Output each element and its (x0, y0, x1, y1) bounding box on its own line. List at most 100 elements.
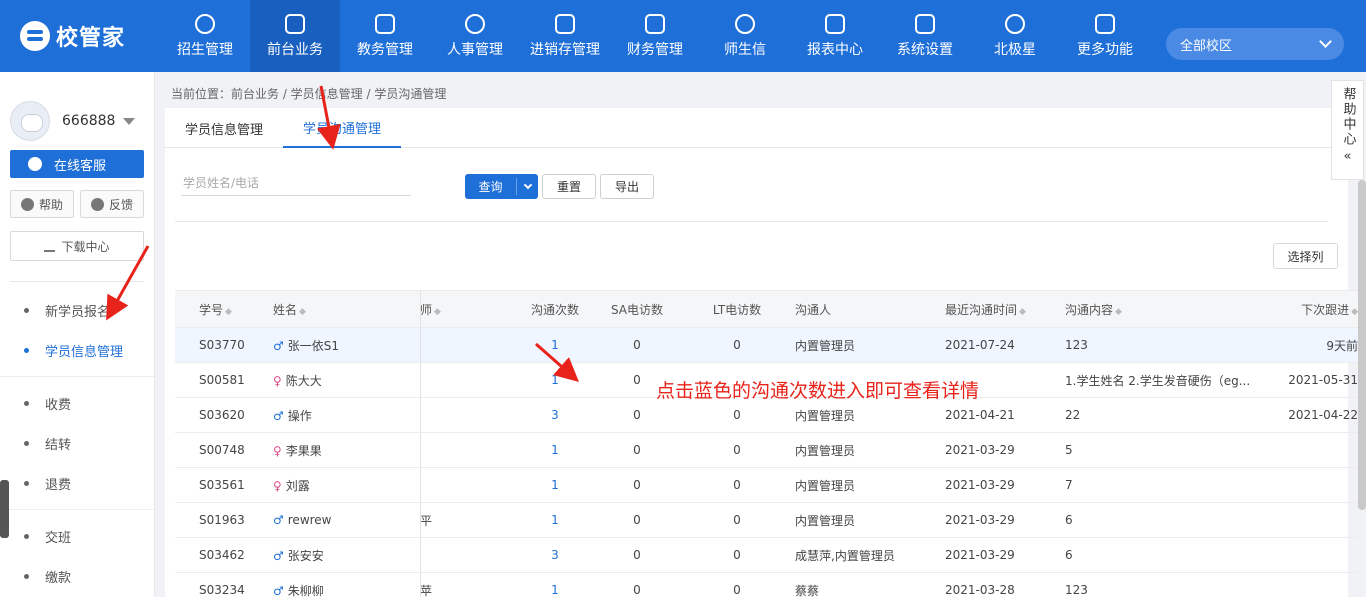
sidebar-item-2[interactable]: 收费 (0, 383, 154, 423)
cell-no: S03770 (199, 338, 245, 352)
header-time[interactable]: 最近沟通时间 ◆ (945, 301, 1026, 318)
header-teacher[interactable]: 师 ◆ (420, 301, 441, 318)
header-who: 沟通人 (795, 302, 832, 317)
table-row[interactable]: S00748 ♀ 李果果 1 0 0 内置管理员 2021-03-29 5 (175, 433, 1358, 468)
sidebar-item-0[interactable]: 新学员报名 (0, 290, 154, 330)
query-dropdown[interactable] (517, 180, 538, 190)
nav-label: 教务管理 (357, 41, 413, 58)
query-button[interactable]: 查询 (465, 174, 538, 199)
student-name: 张一依S1 (287, 338, 340, 353)
sidebar-item-5[interactable]: 交班 (0, 516, 154, 556)
communication-count-link[interactable]: 1 (551, 583, 559, 597)
cell-sa: 0 (633, 478, 641, 492)
nav-label: 师生信 (724, 41, 766, 58)
vertical-scrollbar[interactable] (1358, 180, 1366, 510)
nav-item-4[interactable]: 进销存管理 (520, 0, 610, 72)
nav-item-3[interactable]: 人事管理 (430, 0, 520, 72)
cell-name: ♂ 操作 (273, 407, 312, 424)
nav-item-6[interactable]: 师生信 (700, 0, 790, 72)
communication-count-link[interactable]: 1 (551, 513, 559, 527)
header-content[interactable]: 沟通内容 ◆ (1065, 301, 1255, 318)
table-row[interactable]: S03770 ♂ 张一依S1 1 0 0 内置管理员 2021-07-24 123 9天前 (175, 328, 1358, 363)
frozen-column-divider (420, 433, 421, 467)
side-handle[interactable] (0, 480, 9, 538)
download-icon (44, 241, 56, 252)
online-service-button[interactable]: 在线客服 (10, 150, 144, 178)
cell-time: 2021-07-24 (945, 338, 1015, 352)
reset-button[interactable]: 重置 (542, 174, 596, 199)
nav-item-10[interactable]: 更多功能 (1060, 0, 1150, 72)
nav-item-5[interactable]: 财务管理 (610, 0, 700, 72)
nav-label: 前台业务 (267, 41, 323, 58)
table-row[interactable]: S03462 ♂ 张安安 3 0 0 成慧萍,内置管理员 2021-03-29 6 (175, 538, 1358, 573)
nav-item-9[interactable]: 北极星 (970, 0, 1060, 72)
table-row[interactable]: S03561 ♀ 刘露 1 0 0 内置管理员 2021-03-29 7 (175, 468, 1358, 503)
feedback-label: 反馈 (108, 197, 133, 212)
communication-count-link[interactable]: 3 (551, 408, 559, 422)
cell-sa: 0 (633, 338, 641, 352)
header-no[interactable]: 学号 ◆ (199, 301, 232, 318)
communication-count-link[interactable]: 1 (551, 373, 559, 387)
nav-item-8[interactable]: 系统设置 (880, 0, 970, 72)
sidebar-item-6[interactable]: 缴款 (0, 556, 154, 596)
table-row[interactable]: S03620 ♂ 操作 3 0 0 内置管理员 2021-04-21 22 2021-04-22 (175, 398, 1358, 433)
nav-item-1[interactable]: 前台业务 (250, 0, 340, 72)
cell-content: 7 (1065, 478, 1073, 492)
nav-label: 系统设置 (897, 41, 953, 58)
cell-name: ♀ 陈大大 (273, 372, 322, 389)
menu-separator (0, 509, 154, 510)
sidebar-item-1[interactable]: 学员信息管理 (0, 330, 154, 370)
help-center-panel[interactable]: 帮助中心 « (1331, 80, 1364, 180)
header-next[interactable]: 下次跟进 ◆ (1258, 301, 1358, 318)
communication-count-link[interactable]: 3 (551, 548, 559, 562)
table-row[interactable]: S03234 ♂ 朱柳柳 苹 1 0 0 蔡蔡 2021-03-28 123 (175, 573, 1358, 597)
cell-no: S03561 (199, 478, 245, 492)
nav-item-7[interactable]: 报表中心 (790, 0, 880, 72)
comment-icon (90, 197, 104, 211)
nav-item-0[interactable]: 招生管理 (160, 0, 250, 72)
annotation-text: 点击蓝色的沟通次数进入即可查看详情 (656, 380, 980, 402)
sidebar-item-label: 交班 (45, 530, 72, 546)
download-center-button[interactable]: 下载中心 (10, 231, 144, 261)
communication-count-link[interactable]: 1 (551, 478, 559, 492)
cell-time: 2021-04-21 (945, 408, 1015, 422)
frozen-column-divider (420, 328, 421, 362)
cell-name: ♂ 朱柳柳 (273, 582, 324, 597)
collapse-icon[interactable]: « (1344, 149, 1352, 165)
top-navigation-bar: 校管家 招生管理 前台业务 教务管理 人事管理 进销存管理 财务管理 师生信 报表中心 系统设置… (0, 0, 1366, 72)
female-icon: ♀ (273, 478, 282, 493)
frozen-column-divider (420, 291, 421, 327)
sidebar-menu: 新学员报名 学员信息管理 收费 结转 退费交班缴款 (0, 290, 154, 596)
tab-0[interactable]: 学员信息管理 (165, 108, 283, 148)
question-icon (20, 197, 34, 211)
communication-count-link[interactable]: 1 (551, 443, 559, 457)
bullet-icon (24, 480, 29, 486)
cell-content: 123 (1065, 338, 1088, 352)
sidebar-item-4[interactable]: 退费 (0, 463, 154, 503)
feedback-button[interactable]: 反馈 (80, 190, 144, 218)
nav-item-2[interactable]: 教务管理 (340, 0, 430, 72)
help-label: 帮助 (38, 197, 63, 212)
header-name[interactable]: 姓名 ◆ (273, 301, 306, 318)
help-center-label: 帮助中心 (1340, 87, 1356, 147)
logo[interactable]: 校管家 (0, 0, 160, 72)
cell-lt: 0 (733, 443, 741, 457)
filter-divider (175, 221, 1328, 222)
message-icon (735, 13, 755, 34)
frozen-column-divider (420, 398, 421, 432)
sidebar-item-3[interactable]: 结转 (0, 423, 154, 463)
female-icon: ♀ (273, 443, 282, 458)
cell-content: 1.学生姓名 2.学生发音硬伤（eg... (1065, 373, 1251, 388)
campus-select[interactable]: 全部校区 (1166, 28, 1344, 60)
user-profile[interactable]: 666888 (0, 72, 154, 150)
help-button[interactable]: 帮助 (10, 190, 74, 218)
online-service-label: 在线客服 (54, 158, 107, 174)
export-button[interactable]: 导出 (600, 174, 654, 199)
cell-lt: 0 (733, 583, 741, 597)
table-row[interactable]: S01963 ♂ rewrew 平 1 0 0 内置管理员 2021-03-29 6 (175, 503, 1358, 538)
search-input[interactable]: 学员姓名/电话 (181, 174, 411, 196)
communication-count-link[interactable]: 1 (551, 338, 559, 352)
select-columns-button[interactable]: 选择列 (1273, 243, 1338, 269)
tab-1[interactable]: 学员沟通管理 (283, 108, 402, 148)
caret-down-icon[interactable] (123, 117, 136, 125)
